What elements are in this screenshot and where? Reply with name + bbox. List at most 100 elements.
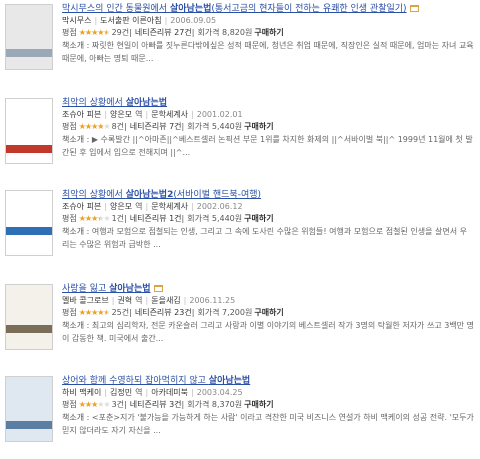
separator: | — [104, 388, 108, 397]
separator: | — [191, 110, 194, 119]
description-text: 여행과 모험으로 점철되는 인생, 그리고 그 속에 도사린 수많은 위험들! … — [62, 227, 467, 249]
rating-label: 평점 — [62, 308, 77, 317]
description-text: <포춘>지가 '불가능을 가능하게 하는 사람' 이라고 격찬한 미국 비즈니스… — [62, 413, 474, 435]
book-author: 멜바 콜그로브 — [62, 296, 109, 305]
book-author: 막시무스 — [62, 16, 92, 25]
description-text: 최고의 심리학자, 전문 카운슬러 그리고 사랑과 이별 이야기의 베스트셀러 … — [62, 321, 474, 343]
separator: | — [191, 388, 194, 397]
rating-stars: ★★★★★★★★★★ — [78, 214, 111, 223]
description-label: 책소개 : — [62, 227, 90, 236]
separator: | — [145, 388, 149, 397]
separator: | — [145, 296, 149, 305]
book-cover-image[interactable] — [5, 98, 53, 164]
separator: | — [124, 400, 127, 409]
book-author: 조슈아 피븐 — [62, 202, 102, 211]
separator: | — [124, 214, 127, 223]
book-publisher: 문학세계사 — [151, 110, 189, 119]
book-description: 책소개 : 최고의 심리학자, 전문 카운슬러 그리고 사랑과 이별 이야기의 … — [62, 319, 474, 345]
book-price: 회가격 5,440원 — [187, 214, 243, 223]
book-cover-image[interactable] — [5, 190, 53, 256]
description-text: 짜릿한 현일이 아빠를 짓누른다밖에싶은 성적 때문에, 청년은 취업 때문에,… — [62, 41, 474, 63]
book-title-link[interactable]: 막시무스의 인간 동물원에서 살아남는법(통서고금의 현자들이 전하는 유쾌한 … — [62, 4, 407, 14]
book-title-link[interactable]: 최악의 상황에서 살아남는법 — [62, 98, 167, 108]
book-price: 회가격 7,200원 — [197, 308, 253, 317]
open-book-icon[interactable] — [409, 5, 419, 12]
book-cover-image[interactable] — [5, 4, 53, 70]
separator: | — [129, 308, 132, 317]
book-title-link[interactable]: 상어와 함께 수영하되 잡아먹히지 않고 살아남는법 — [62, 376, 250, 386]
book-price: 회가격 8,820원 — [197, 28, 253, 37]
review-count: 29건 — [111, 28, 130, 37]
book-translator: 양은모 — [110, 202, 133, 211]
separator: | — [124, 122, 127, 131]
separator: | — [183, 296, 187, 305]
translator-role: 역 — [135, 110, 143, 119]
separator: | — [129, 28, 132, 37]
book-author: 조슈아 피븐 — [62, 110, 102, 119]
book-publisher: 문학세계사 — [151, 202, 189, 211]
rating-label: 평점 — [62, 28, 77, 37]
publish-date: 2003.04.25 — [196, 388, 243, 397]
separator: | — [191, 28, 195, 37]
separator: | — [104, 110, 108, 119]
description-label: 책소개 : — [62, 321, 90, 330]
review-count: 3건 — [111, 400, 125, 409]
separator: | — [191, 308, 195, 317]
publish-date: 2001.02.01 — [196, 110, 243, 119]
book-description: 책소개 : ▶ 수록발간 ||^아마존||^베스트셀러 논픽션 부문 1위를 차… — [62, 133, 474, 159]
publish-date: 2006.09.05 — [170, 16, 217, 25]
separator: | — [104, 202, 108, 211]
translator-role: 역 — [135, 296, 143, 305]
book-publisher: 도서출판 이른아침 — [100, 16, 162, 25]
netizen-review-link[interactable]: 네티즌리뷰 3건 — [130, 400, 182, 409]
book-translator: 양은모 — [110, 110, 133, 119]
review-count: 25건 — [111, 308, 130, 317]
separator: | — [145, 202, 149, 211]
buy-button[interactable]: 구매하기 — [244, 122, 273, 131]
book-price: 회가격 8,370원 — [187, 400, 243, 409]
buy-button[interactable]: 구매하기 — [244, 400, 273, 409]
netizen-review-link[interactable]: 네티즌리뷰 23건 — [135, 308, 192, 317]
rating-stars: ★★★★★★★★★★ — [78, 308, 111, 317]
rating-label: 평점 — [62, 122, 77, 131]
book-title-link[interactable]: 사랑을 잃고 살아남는법 — [62, 284, 151, 294]
description-label: 책소개 : — [62, 135, 90, 144]
open-book-icon[interactable] — [153, 285, 163, 292]
translator-role: 역 — [135, 388, 143, 397]
book-cover-image[interactable] — [5, 284, 53, 350]
netizen-review-link[interactable]: 네티즌리뷰 7건 — [130, 122, 182, 131]
buy-button[interactable]: 구매하기 — [244, 214, 273, 223]
buy-button[interactable]: 구매하기 — [254, 28, 283, 37]
description-label: 책소개 : — [62, 41, 90, 50]
book-publisher: 돋을새김 — [151, 296, 181, 305]
review-count: 8건 — [111, 122, 125, 131]
rating-stars: ★★★★★★★★★★ — [78, 400, 111, 409]
separator: | — [181, 214, 185, 223]
book-title-link[interactable]: 최악의 상황에서 살아남는법2(서바이벌 핸드북-여행) — [62, 190, 261, 200]
buy-button[interactable]: 구매하기 — [254, 308, 283, 317]
rating-stars: ★★★★★★★★★★ — [78, 122, 111, 131]
rating-label: 평점 — [62, 214, 77, 223]
book-price: 회가격 5,440원 — [187, 122, 243, 131]
separator: | — [145, 110, 149, 119]
book-description: 책소개 : 여행과 모험으로 점철되는 인생, 그리고 그 속에 도사린 수많은… — [62, 225, 474, 251]
netizen-review-link[interactable]: 네티즌리뷰 1건 — [130, 214, 182, 223]
book-translator: 권혁 — [117, 296, 133, 305]
separator: | — [181, 122, 185, 131]
translator-role: 역 — [135, 202, 143, 211]
publish-date: 2002.06.12 — [196, 202, 243, 211]
rating-stars: ★★★★★★★★★★ — [78, 28, 111, 37]
review-count: 1건 — [111, 214, 125, 223]
book-publisher: 아카데미북 — [151, 388, 189, 397]
book-description: 책소개 : 짜릿한 현일이 아빠를 짓누른다밖에싶은 성적 때문에, 청년은 취… — [62, 39, 474, 65]
description-text: ▶ 수록발간 ||^아마존||^베스트셀러 논픽션 부문 1위를 차지한 화제의… — [62, 135, 473, 157]
netizen-review-link[interactable]: 네티즌리뷰 27건 — [135, 28, 192, 37]
separator: | — [191, 202, 194, 211]
book-cover-image[interactable] — [5, 376, 53, 442]
separator: | — [111, 296, 115, 305]
book-translator: 김정민 — [110, 388, 133, 397]
book-author: 하비 맥케이 — [62, 388, 102, 397]
book-description: 책소개 : <포춘>지가 '불가능을 가능하게 하는 사람' 이라고 격찬한 미… — [62, 411, 474, 437]
rating-label: 평점 — [62, 400, 77, 409]
publish-date: 2006.11.25 — [189, 296, 236, 305]
